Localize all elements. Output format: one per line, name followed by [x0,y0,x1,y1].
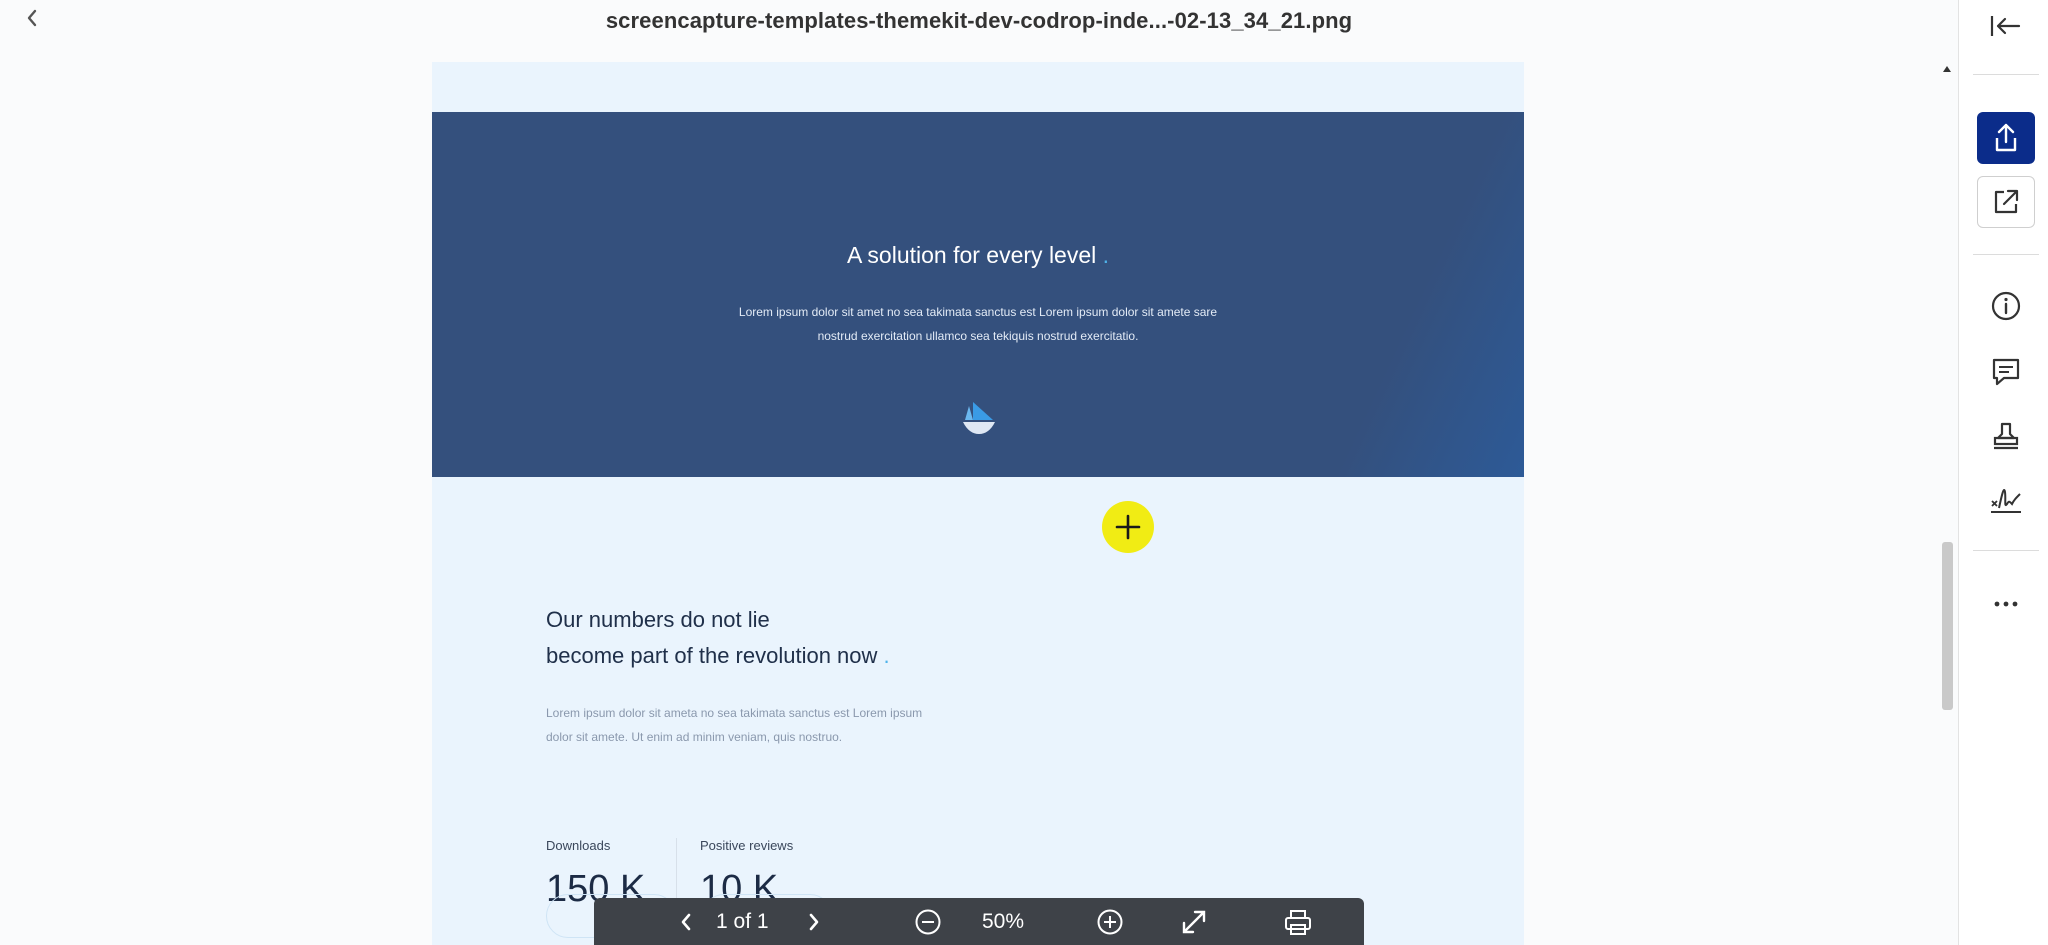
plus-cursor-icon [1115,514,1141,540]
info-icon [1991,291,2021,321]
scroll-up-arrow-icon [1943,66,1951,72]
stat-label-reviews: Positive reviews [700,838,794,853]
print-icon [1285,909,1311,935]
zoom-out-icon [915,909,941,934]
file-title: screencapture-templates-themekit-dev-cod… [605,8,1353,33]
stats-description-line: dolor sit amete. Ut enim ad minim veniam… [546,730,843,744]
stats-heading-line-2: become part of the revolution now . [546,638,890,674]
stats-heading: Our numbers do not lie become part of th… [546,602,890,674]
zoom-out-button[interactable] [906,898,950,945]
open-external-button[interactable] [1977,176,2035,228]
hero-title: A solution for every level . [432,242,1524,269]
fullscreen-icon [1182,910,1206,933]
signature-button[interactable] [1977,474,2035,526]
zoom-level: 50% [982,909,1025,933]
hero-title-dot: . [1102,242,1110,268]
chevron-right-icon [809,913,819,930]
print-button[interactable] [1276,898,1320,945]
viewer-toolbar: 1 of 1 50% [594,898,1364,945]
fullscreen-button[interactable] [1172,898,1216,945]
scrollbar-track[interactable] [1940,80,1954,945]
info-button[interactable] [1977,280,2035,332]
top-bar: screencapture-templates-themekit-dev-cod… [0,0,1958,44]
stat-label-downloads: Downloads [546,838,611,853]
collapse-panel-button[interactable] [1977,0,2035,52]
toolbar-separator [1973,74,2039,75]
cursor-highlight [1102,501,1154,553]
stats-heading-line: Our numbers do not lie [546,607,770,632]
signature-icon [1991,489,2021,513]
page-indicator: 1 of 1 [716,909,769,933]
comment-icon [1992,358,2020,386]
hero-section: A solution for every level . Lorem ipsum… [432,112,1524,477]
stamp-icon [1993,422,2019,450]
right-toolbar [1958,0,2048,945]
previous-page-button[interactable] [666,898,706,945]
zoom-in-button[interactable] [1088,898,1132,945]
scroll-up-button[interactable] [1940,62,1954,76]
comment-button[interactable] [1977,346,2035,398]
hero-description-line: Lorem ipsum dolor sit amet no sea takima… [738,305,1218,319]
share-button[interactable] [1977,112,2035,164]
toolbar-separator [1973,254,2039,255]
scrollbar-thumb[interactable] [1942,542,1953,710]
stats-heading-text: become part of the revolution now [546,643,878,668]
more-button[interactable] [1977,578,2035,630]
next-page-button[interactable] [794,898,834,945]
toolbar-separator [1973,550,2039,551]
more-icon [1994,601,2018,607]
open-external-icon [1994,189,2019,214]
hero-description-line: nostrud exercitation ullamco sea tekiqui… [817,329,1139,343]
document-page[interactable]: A solution for every level . Lorem ipsum… [432,62,1524,945]
collapse-left-icon [1990,16,2021,36]
zoom-in-icon [1097,909,1123,934]
share-icon [1995,123,2017,152]
stats-heading-dot: . [883,643,890,668]
stats-description-line: Lorem ipsum dolor sit ameta no sea takim… [546,706,923,720]
sailboat-logo-icon [963,402,995,434]
stamp-button[interactable] [1977,410,2035,462]
pdf-viewer-app: screencapture-templates-themekit-dev-cod… [0,0,2048,945]
chevron-left-icon [681,913,691,930]
hero-title-text: A solution for every level [846,242,1097,268]
